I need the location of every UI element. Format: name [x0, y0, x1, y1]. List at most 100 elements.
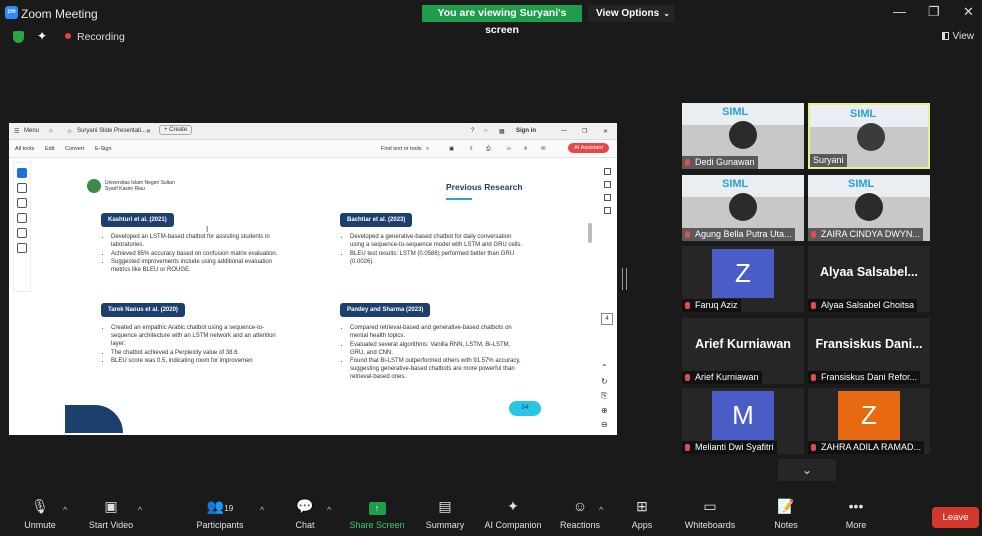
ai-companion-button[interactable]: ✦ AI Companion [480, 499, 546, 531]
apps-grid-icon[interactable]: ▦ [499, 128, 505, 135]
page-number[interactable]: 4 [601, 313, 613, 325]
share-screen-label: Share Screen [349, 520, 405, 530]
whiteboards-button[interactable]: ▭ Whiteboards [680, 499, 740, 531]
apps-button[interactable]: ⊞ Apps [627, 499, 657, 531]
email-icon[interactable]: ✉ [541, 146, 546, 152]
close-button[interactable]: ✕ [963, 4, 974, 20]
bookmark-icon[interactable] [603, 194, 611, 201]
view-button[interactable]: View [941, 31, 974, 42]
participant-tile[interactable]: SIML ZAIRA CINDYA DWYN... [808, 175, 930, 241]
reactions-button[interactable]: ☺ Reactions [558, 499, 602, 531]
save-icon[interactable]: ▣ [449, 146, 454, 152]
security-shield-icon[interactable] [13, 31, 24, 43]
chevron-up-icon[interactable]: ⌃ [601, 363, 608, 372]
view-layout-icon [941, 32, 949, 40]
start-video-button[interactable]: ▣ Start Video [84, 499, 138, 531]
participant-tile[interactable]: M Melianti Dwi Syafitri [682, 388, 804, 454]
browser-minimize-button[interactable]: — [561, 128, 567, 134]
video-options-caret[interactable]: ^ [138, 505, 142, 515]
chat-label: Chat [295, 520, 315, 530]
create-tab-button[interactable]: + Create [159, 125, 193, 135]
scroll-down-button[interactable]: ⌄ [778, 459, 836, 481]
minimize-button[interactable]: — [893, 4, 906, 19]
menu-esign[interactable]: E-Sign [95, 146, 112, 152]
notes-button[interactable]: 📝 Notes [770, 498, 802, 531]
link-icon[interactable]: ∞ [507, 146, 511, 152]
menu-convert[interactable]: Convert [65, 146, 84, 152]
zoom-out-icon[interactable]: ⊖ [601, 420, 608, 429]
reactions-options-caret[interactable]: ^ [599, 505, 603, 515]
more-button[interactable]: ••• More [840, 499, 872, 531]
research-list-2: Developed a generative-based chatbot for… [342, 233, 526, 266]
menu-icon[interactable]: ☰ [14, 128, 19, 135]
participant-name: Arief Kurniawan [695, 372, 759, 382]
comment-icon[interactable] [603, 181, 611, 188]
window-title: Zoom Meeting [21, 7, 98, 21]
tab-close-icon[interactable]: ✕ [146, 128, 151, 135]
participants-button[interactable]: 👥19 Participants [192, 499, 248, 531]
list-item: Achieved 85% accuracy based on confusion… [111, 250, 287, 258]
unmute-button[interactable]: 🎙 Unmute [20, 499, 60, 531]
share-icon[interactable]: ⇪ [469, 146, 474, 152]
search-icon[interactable]: ⌕ [426, 146, 429, 153]
participant-tile[interactable]: Arief Kurniawan Arief Kurniawan [682, 318, 804, 384]
notes-label: Notes [774, 520, 798, 530]
participant-name-label: Dedi Gunawan [682, 156, 758, 169]
find-text-input[interactable]: Find text or tools [381, 146, 422, 152]
select-tool-icon[interactable] [17, 168, 27, 178]
tab-menu[interactable]: Menu [24, 128, 39, 134]
resize-handle[interactable] [622, 268, 627, 290]
pages-icon[interactable] [603, 207, 611, 214]
leave-button[interactable]: Leave [932, 507, 979, 528]
print-icon[interactable]: ⎙ [486, 146, 490, 153]
participant-display-name: Fransiskus Dani... [815, 337, 923, 351]
shared-screen[interactable]: ☰ Menu ⌂ ☆ Suryani Slide Presentati... ✕… [9, 123, 617, 435]
ai-sparkle-icon[interactable]: ✦ [37, 29, 47, 43]
browser-restore-button[interactable]: ❐ [582, 128, 587, 135]
save-page-icon[interactable]: ⎘ [601, 391, 607, 401]
chat-options-caret[interactable]: ^ [327, 505, 331, 515]
share-screen-button[interactable]: ↑ Share Screen [346, 499, 408, 530]
vertical-scrollbar[interactable] [588, 223, 592, 243]
audio-options-caret[interactable]: ^ [63, 505, 67, 515]
list-item: Created an empathic Arabic chatbot using… [111, 324, 287, 348]
participant-tile[interactable]: Z ZAHRA ADILA RAMAD... [808, 388, 930, 454]
refresh-icon[interactable]: ↻ [601, 377, 608, 386]
edit-pdf-icon[interactable] [603, 168, 611, 175]
muted-mic-icon [811, 231, 816, 238]
pen-tool-icon[interactable] [17, 198, 27, 208]
star-icon[interactable]: ☆ [67, 128, 72, 135]
highlight-tool-icon[interactable] [17, 213, 27, 223]
participant-name-label: Fransiskus Dani Refor... [808, 371, 921, 384]
sign-tool-icon[interactable] [17, 243, 27, 253]
browser-close-button[interactable]: ✕ [603, 128, 608, 135]
chat-button[interactable]: 💬 Chat [290, 498, 320, 531]
menu-edit[interactable]: Edit [45, 146, 54, 152]
recording-label[interactable]: Recording [77, 31, 125, 43]
view-options-button[interactable]: View Options ⌄ [588, 5, 674, 22]
participant-tile[interactable]: Z Faruq Aziz [682, 246, 804, 312]
sign-in-link[interactable]: Sign in [516, 128, 536, 134]
summary-button[interactable]: ▤ Summary [422, 499, 468, 531]
home-icon[interactable]: ⌂ [49, 128, 53, 134]
restore-button[interactable]: ❐ [928, 4, 940, 20]
chat-icon: 💬 [296, 498, 314, 514]
participant-tile[interactable]: Fransiskus Dani... Fransiskus Dani Refor.… [808, 318, 930, 384]
help-icon[interactable]: ? [471, 128, 474, 134]
tab-title[interactable]: Suryani Slide Presentati... [77, 128, 146, 134]
ai-assistant-button[interactable]: AI Assistant [568, 143, 609, 153]
participant-tile[interactable]: SIML Agung Bella Putra Uta... [682, 175, 804, 241]
scan-icon[interactable]: ⌾ [524, 146, 527, 153]
start-video-label: Start Video [88, 520, 134, 530]
participant-tile[interactable]: SIML Dedi Gunawan [682, 103, 804, 169]
notification-icon[interactable]: ○ [484, 128, 488, 134]
research-title-3: Tarek Naous et al. (2020) [101, 303, 185, 317]
menu-all-tools[interactable]: All tools [15, 146, 34, 152]
zoom-in-icon[interactable]: ⊕ [601, 406, 608, 415]
participant-tile[interactable]: Alyaa Salsabel... Alyaa Salsabel Ghoitsa [808, 246, 930, 312]
participants-options-caret[interactable]: ^ [260, 505, 264, 515]
notes-icon: 📝 [777, 498, 795, 514]
text-tool-icon[interactable] [17, 228, 27, 238]
comment-tool-icon[interactable] [17, 183, 27, 193]
participant-tile[interactable]: SIML Suryani [808, 103, 930, 169]
